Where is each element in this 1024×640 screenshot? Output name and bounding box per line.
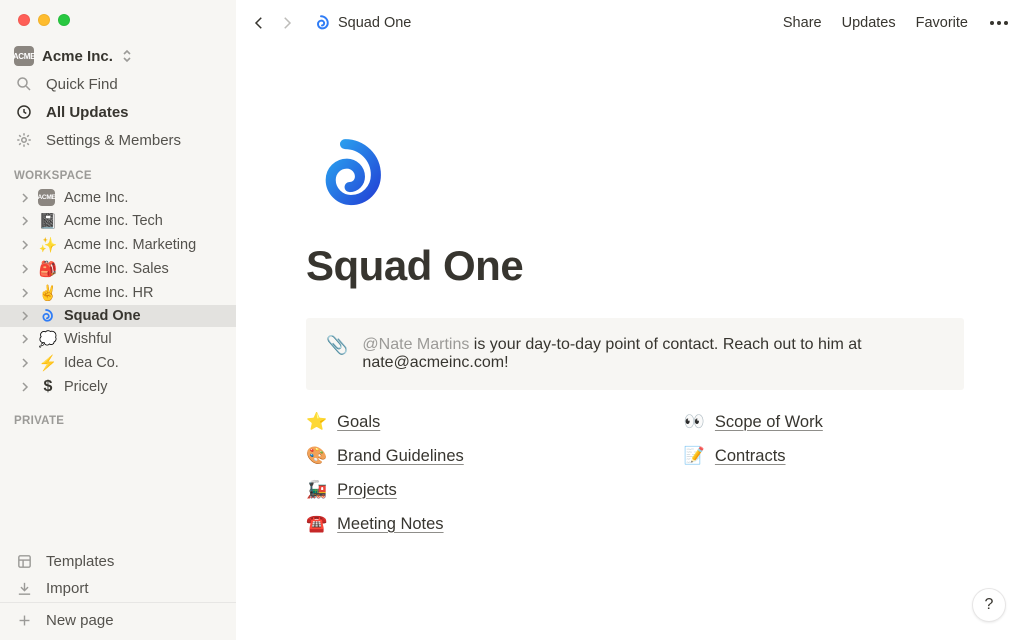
sidebar-item-label: Pricely <box>64 379 108 395</box>
link-label: Goals <box>337 413 380 432</box>
favorite-button[interactable]: Favorite <box>916 15 968 31</box>
all-updates[interactable]: All Updates <box>0 98 236 126</box>
page-link-goals[interactable]: ⭐ Goals <box>306 412 464 432</box>
caret-right-icon[interactable] <box>18 334 32 344</box>
settings-members-label: Settings & Members <box>46 132 181 149</box>
sidebar-item-label: Acme Inc. HR <box>64 285 153 301</box>
new-page-label: New page <box>46 612 114 629</box>
link-label: Contracts <box>715 447 786 466</box>
page-emoji-icon: ✌️ <box>38 284 58 302</box>
private-section-label: PRIVATE <box>0 399 236 431</box>
link-emoji-icon: 🚂 <box>306 480 327 500</box>
clock-icon <box>14 103 34 121</box>
forward-button[interactable] <box>278 14 296 32</box>
link-emoji-icon: 👀 <box>684 412 705 432</box>
sidebar-item-acme-inc-hr[interactable]: ✌️ Acme Inc. HR <box>0 281 236 305</box>
import-icon <box>14 580 34 597</box>
link-label: Meeting Notes <box>337 515 443 534</box>
import[interactable]: Import <box>0 575 236 602</box>
close-window[interactable] <box>18 14 30 26</box>
sidebar-item-idea-co-[interactable]: ⚡ Idea Co. <box>0 351 236 375</box>
callout-text: @Nate Martins is your day-to-day point o… <box>362 336 944 372</box>
page-emoji-icon: ✨ <box>38 236 58 254</box>
sidebar-item-acme-inc-marketing[interactable]: ✨ Acme Inc. Marketing <box>0 233 236 257</box>
sidebar-item-label: Acme Inc. Marketing <box>64 237 196 253</box>
page-emoji-icon: ACME <box>38 189 58 206</box>
sidebar-item-acme-inc-tech[interactable]: 📓 Acme Inc. Tech <box>0 209 236 233</box>
page-link-projects[interactable]: 🚂 Projects <box>306 480 464 500</box>
plus-icon <box>14 612 34 629</box>
link-label: Brand Guidelines <box>337 447 464 466</box>
templates-label: Templates <box>46 553 114 570</box>
page-emoji-icon: 📓 <box>38 212 58 230</box>
quick-find-label: Quick Find <box>46 76 118 93</box>
sidebar-item-wishful[interactable]: 💭 Wishful <box>0 327 236 351</box>
link-label: Scope of Work <box>715 413 823 432</box>
page-link-contracts[interactable]: 📝 Contracts <box>684 446 823 466</box>
sidebar-item-acme-inc-[interactable]: ACME Acme Inc. <box>0 186 236 209</box>
breadcrumb-title: Squad One <box>338 15 411 31</box>
share-button[interactable]: Share <box>783 15 822 31</box>
back-button[interactable] <box>250 14 268 32</box>
new-page-button[interactable]: New page <box>0 602 236 638</box>
caret-right-icon[interactable] <box>18 382 32 392</box>
help-button[interactable]: ? <box>972 588 1006 622</box>
caret-right-icon[interactable] <box>18 240 32 250</box>
caret-right-icon[interactable] <box>18 193 32 203</box>
settings-members[interactable]: Settings & Members <box>0 126 236 154</box>
sidebar-item-label: Squad One <box>64 308 141 324</box>
page-emoji-icon: 💭 <box>38 330 58 348</box>
mention[interactable]: @Nate Martins <box>362 336 469 353</box>
sidebar-item-label: Wishful <box>64 331 112 347</box>
link-emoji-icon: 📝 <box>684 446 705 466</box>
search-icon <box>14 75 34 93</box>
maximize-window[interactable] <box>58 14 70 26</box>
all-updates-label: All Updates <box>46 104 129 121</box>
link-emoji-icon: 🎨 <box>306 446 327 466</box>
sidebar-item-pricely[interactable]: $ Pricely <box>0 375 236 399</box>
caret-right-icon[interactable] <box>18 216 32 226</box>
paperclip-icon: 📎 <box>326 336 348 372</box>
workspace-switcher[interactable]: ACME Acme Inc. <box>0 36 236 70</box>
page-emoji-icon: $ <box>38 378 58 396</box>
import-label: Import <box>46 580 89 597</box>
caret-right-icon[interactable] <box>18 358 32 368</box>
caret-right-icon[interactable] <box>18 264 32 274</box>
callout-block[interactable]: 📎 @Nate Martins is your day-to-day point… <box>306 318 964 390</box>
caret-right-icon[interactable] <box>18 288 32 298</box>
minimize-window[interactable] <box>38 14 50 26</box>
caret-right-icon[interactable] <box>18 311 32 321</box>
templates-icon <box>14 553 34 570</box>
templates[interactable]: Templates <box>0 548 236 575</box>
page-link-brand-guidelines[interactable]: 🎨 Brand Guidelines <box>306 446 464 466</box>
workspace-badge-icon: ACME <box>14 46 34 66</box>
page-emoji-icon <box>38 308 58 324</box>
quick-find[interactable]: Quick Find <box>0 70 236 98</box>
updates-button[interactable]: Updates <box>842 15 896 31</box>
sidebar-item-label: Acme Inc. <box>64 190 128 206</box>
spiral-icon <box>312 14 330 32</box>
workspace-name: Acme Inc. <box>42 48 113 65</box>
breadcrumb[interactable]: Squad One <box>306 10 417 36</box>
page-emoji-icon: 🎒 <box>38 260 58 278</box>
sidebar-item-squad-one[interactable]: Squad One <box>0 305 236 327</box>
window-controls[interactable] <box>0 0 236 36</box>
page-link-meeting-notes[interactable]: ☎️ Meeting Notes <box>306 514 464 534</box>
gear-icon <box>14 131 34 149</box>
page-emoji-icon: ⚡ <box>38 354 58 372</box>
sidebar-item-acme-inc-sales[interactable]: 🎒 Acme Inc. Sales <box>0 257 236 281</box>
sidebar-item-label: Idea Co. <box>64 355 119 371</box>
sidebar-item-label: Acme Inc. Tech <box>64 213 163 229</box>
link-emoji-icon: ☎️ <box>306 514 327 534</box>
sidebar-item-label: Acme Inc. Sales <box>64 261 169 277</box>
more-menu-button[interactable] <box>988 21 1010 25</box>
link-emoji-icon: ⭐ <box>306 412 327 432</box>
chevron-updown-icon <box>121 48 133 64</box>
link-label: Projects <box>337 481 397 500</box>
workspace-section-label: WORKSPACE <box>0 154 236 186</box>
page-title[interactable]: Squad One <box>306 242 964 290</box>
page-icon[interactable] <box>306 136 964 214</box>
page-link-scope-of-work[interactable]: 👀 Scope of Work <box>684 412 823 432</box>
